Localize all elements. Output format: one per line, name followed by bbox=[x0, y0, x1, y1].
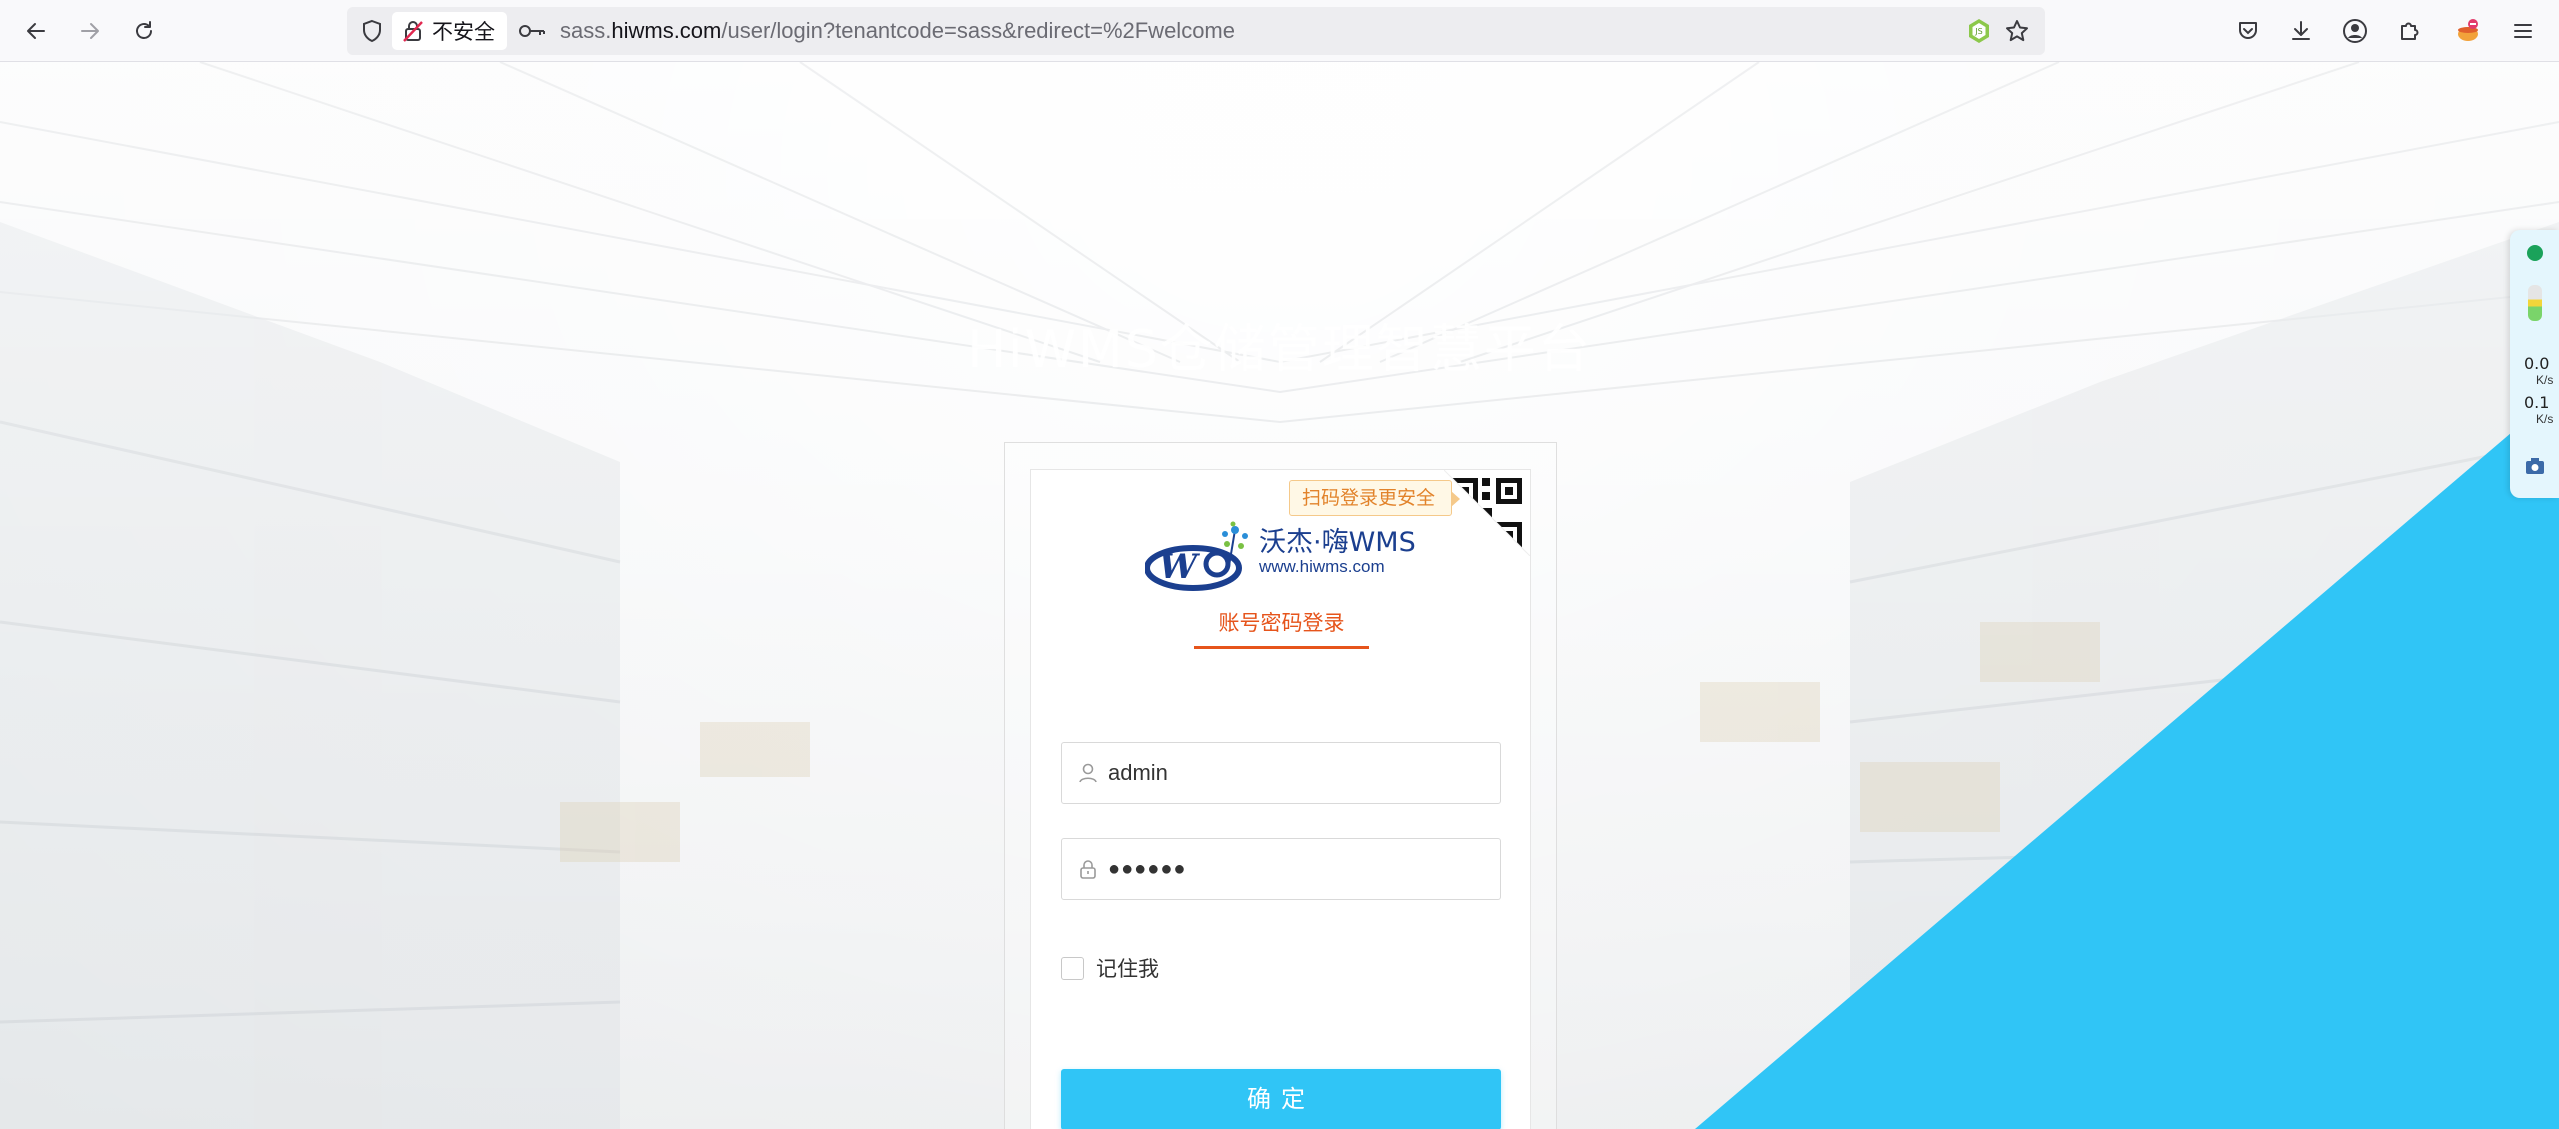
scan-login-tip: 扫码登录更安全 bbox=[1289, 480, 1461, 516]
download-speed-unit: K/s bbox=[2536, 412, 2554, 426]
login-page: HiWMS仓储管理智慧平台 扫码登录更安全 W 沃杰·嗨WMS www.hiwm… bbox=[0, 62, 2559, 1129]
username-field[interactable]: admin bbox=[1061, 742, 1501, 804]
camera-icon[interactable] bbox=[2524, 455, 2546, 477]
url-text[interactable]: sass.hiwms.com/user/login?tenantcode=sas… bbox=[560, 7, 1235, 55]
url-host: hiwms.com bbox=[611, 18, 722, 43]
download-speed-value: 0.1 bbox=[2524, 393, 2550, 412]
hamburger-menu-icon bbox=[2514, 24, 2532, 38]
upload-speed-unit: K/s bbox=[2536, 373, 2554, 387]
submit-button[interactable]: 确定 bbox=[1061, 1069, 1501, 1129]
upload-speed-value: 0.0 bbox=[2524, 354, 2550, 373]
memory-level-icon bbox=[2528, 285, 2542, 321]
hiwms-logo: W 沃杰·嗨WMS www.hiwms.com bbox=[1145, 520, 1416, 592]
nodejs-extension-icon[interactable]: JS bbox=[1964, 13, 1994, 49]
browser-toolbar: 不安全 sass.hiwms.com/user/login?tenantcode… bbox=[0, 0, 2559, 62]
puzzle-icon bbox=[2401, 22, 2419, 40]
username-value: admin bbox=[1108, 760, 1168, 785]
key-icon[interactable] bbox=[515, 13, 549, 49]
account-button[interactable] bbox=[2337, 13, 2373, 49]
lock-icon bbox=[1080, 860, 1096, 879]
arrow-right-icon bbox=[81, 23, 99, 39]
tracking-shield-icon[interactable] bbox=[357, 13, 387, 49]
password-value: ●●●●●● bbox=[1108, 858, 1187, 880]
network-speed-widget[interactable]: 0.0 K/s 0.1 K/s bbox=[2510, 230, 2559, 498]
user-icon bbox=[1079, 763, 1097, 783]
platform-title: HiWMS仓储管理智慧平台 bbox=[967, 320, 1592, 380]
pocket-icon bbox=[2239, 22, 2257, 39]
logo-brand-name: 沃杰·嗨WMS bbox=[1259, 527, 1416, 558]
login-card: 扫码登录更安全 W 沃杰·嗨WMS www.hiwms.com 账号密码登录 a… bbox=[1030, 469, 1531, 1129]
remember-me[interactable]: 记住我 bbox=[1061, 953, 1159, 983]
security-label: 不安全 bbox=[432, 21, 495, 44]
logo-website: www.hiwms.com bbox=[1259, 557, 1385, 576]
password-field[interactable]: ●●●●●● bbox=[1061, 838, 1501, 900]
back-button[interactable] bbox=[18, 13, 54, 49]
remember-me-label: 记住我 bbox=[1096, 957, 1159, 981]
account-icon bbox=[2343, 19, 2367, 43]
app-menu-button[interactable] bbox=[2505, 13, 2541, 49]
broken-lock-icon bbox=[403, 21, 423, 42]
download-icon bbox=[2292, 21, 2310, 40]
downloads-button[interactable] bbox=[2283, 13, 2319, 49]
status-dot-icon bbox=[2527, 245, 2543, 261]
url-prefix: sass. bbox=[560, 18, 612, 43]
arrow-left-icon bbox=[27, 23, 45, 39]
reload-button[interactable] bbox=[126, 13, 162, 49]
connection-not-secure-chip[interactable]: 不安全 bbox=[392, 12, 507, 50]
active-tab-indicator bbox=[1194, 646, 1369, 649]
bowl-extension-icon bbox=[2458, 19, 2478, 41]
extensions-button[interactable] bbox=[2391, 13, 2427, 49]
pocket-button[interactable] bbox=[2230, 13, 2266, 49]
remember-me-checkbox[interactable] bbox=[1061, 956, 1084, 980]
wo-logo-mark-icon: W bbox=[1145, 521, 1248, 591]
svg-text:JS: JS bbox=[1974, 27, 1982, 36]
url-bar[interactable]: 不安全 sass.hiwms.com/user/login?tenantcode… bbox=[347, 7, 2045, 55]
forward-button[interactable] bbox=[72, 13, 108, 49]
bookmark-star-icon[interactable] bbox=[2002, 13, 2032, 49]
qr-code-login-icon[interactable] bbox=[1444, 470, 1530, 556]
url-path: /user/login?tenantcode=sass&redirect=%2F… bbox=[721, 18, 1235, 43]
tampermonkey-extension-button[interactable] bbox=[2450, 13, 2486, 49]
reload-icon bbox=[136, 21, 152, 39]
svg-text:W: W bbox=[1159, 547, 1200, 587]
tab-account-password-login[interactable]: 账号密码登录 bbox=[1194, 607, 1369, 637]
